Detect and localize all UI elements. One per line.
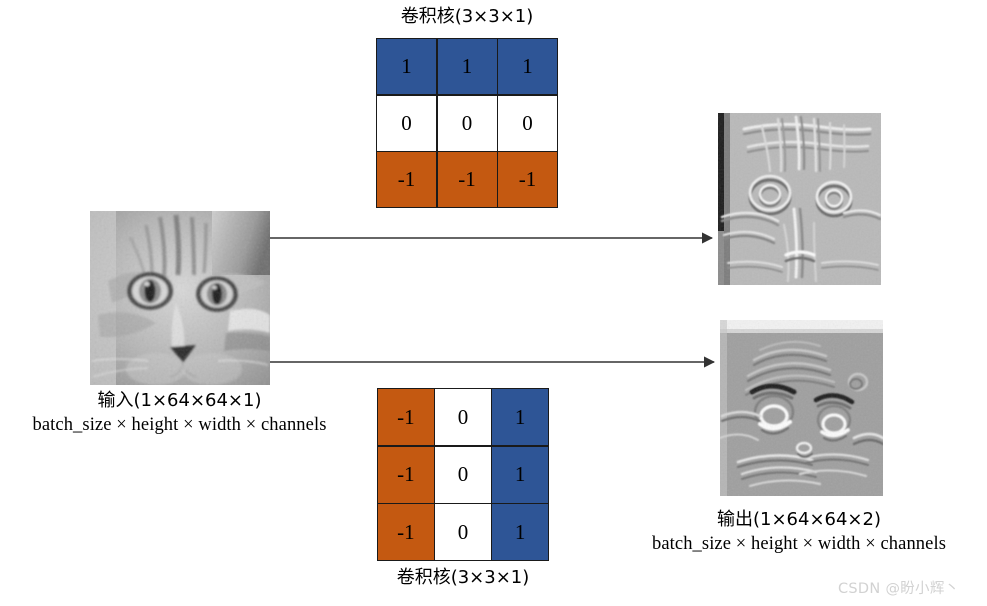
kernel-bottom-cell-1-2: 1 [492,446,548,503]
kernel-top-title-text: 卷积核(3×3×1) [400,6,534,27]
kernel-bottom-cell-2-2: 1 [492,504,548,560]
kernel-top-cell-1-1: 0 [437,95,497,151]
kernel-bottom-cell-2-1: 0 [435,504,491,560]
input-caption: 输入(1×64×64×1) batch_size × height × widt… [2,389,357,437]
output-caption: 输出(1×64×64×2) batch_size × height × widt… [613,508,985,556]
kernel-top-cell-0-0: 1 [377,39,436,94]
kernel-top-cell-0-2: 1 [498,39,557,94]
output-image-2 [720,320,883,496]
output-caption-line1: 输出(1×64×64×2) [716,509,881,530]
kernel-bottom-cell-1-0: -1 [378,446,434,503]
kernel-top-cell-2-2: -1 [498,152,557,207]
feature-map-vertical-edges-graphic [720,320,883,496]
kernel-bottom-cell-0-2: 1 [492,389,548,445]
output-image-1 [718,113,881,285]
diagram-canvas: 卷积核(3×3×1) 1 1 1 0 0 0 -1 -1 -1 -1 0 1 -… [0,0,987,606]
kernel-top-cell-1-2: 0 [498,95,557,151]
input-caption-line2: batch_size × height × width × channels [32,414,327,435]
kernel-bottom-title: 卷积核(3×3×1) [377,565,549,590]
kernel-top-cell-2-1: -1 [437,152,497,207]
kernel-top-cell-1-0: 0 [377,95,436,151]
kernel-bottom-cell-1-1: 0 [435,446,491,503]
kernel-top-cell-2-0: -1 [377,152,436,207]
feature-map-horizontal-edges-graphic [718,113,881,285]
input-caption-line1: 输入(1×64×64×1) [97,390,262,411]
watermark: CSDN @盼小辉丶 [838,581,960,597]
output-caption-line2: batch_size × height × width × channels [651,533,947,554]
kernel-bottom-grid: -1 0 1 -1 0 1 -1 0 1 [377,388,549,561]
kernel-bottom-cell-0-0: -1 [378,389,434,445]
kernel-bottom-title-text: 卷积核(3×3×1) [396,567,530,588]
input-image [90,211,270,385]
kernel-top-grid: 1 1 1 0 0 0 -1 -1 -1 [376,38,558,208]
input-cat-photo-graphic [90,211,270,385]
kernel-bottom-cell-0-1: 0 [435,389,491,445]
kernel-bottom-cell-2-0: -1 [378,504,434,560]
kernel-top-cell-0-1: 1 [437,39,497,94]
kernel-top-title: 卷积核(3×3×1) [376,4,558,29]
